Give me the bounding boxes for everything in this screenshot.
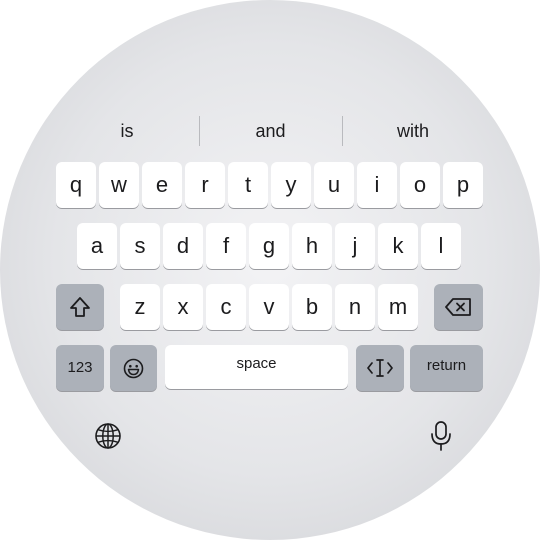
suggestion-2[interactable]: and [200, 116, 341, 146]
delete-key[interactable] [434, 284, 483, 330]
key-n[interactable]: n [335, 284, 375, 330]
space-key[interactable]: space [165, 345, 348, 389]
key-v[interactable]: v [249, 284, 289, 330]
delete-icon [445, 298, 471, 316]
emoji-key[interactable] [110, 345, 157, 391]
key-i[interactable]: i [357, 162, 397, 208]
key-u[interactable]: u [314, 162, 354, 208]
key-g[interactable]: g [249, 223, 289, 269]
key-p[interactable]: p [443, 162, 483, 208]
key-m[interactable]: m [378, 284, 418, 330]
shift-icon [70, 297, 90, 317]
key-y[interactable]: y [271, 162, 311, 208]
key-a[interactable]: a [77, 223, 117, 269]
key-w[interactable]: w [99, 162, 139, 208]
suggestion-1[interactable]: is [56, 116, 198, 146]
key-z[interactable]: z [120, 284, 160, 330]
suggestion-3[interactable]: with [343, 116, 483, 146]
keyboard-container: is and with q w e r t y u i o p a s d f … [0, 0, 540, 540]
key-b[interactable]: b [292, 284, 332, 330]
key-f[interactable]: f [206, 223, 246, 269]
key-k[interactable]: k [378, 223, 418, 269]
text-cursor-icon [367, 359, 393, 377]
key-t[interactable]: t [228, 162, 268, 208]
emoji-icon [123, 358, 144, 379]
return-key[interactable]: return [410, 345, 483, 391]
cursor-key[interactable] [356, 345, 404, 391]
numbers-key[interactable]: 123 [56, 345, 104, 391]
key-q[interactable]: q [56, 162, 96, 208]
key-x[interactable]: x [163, 284, 203, 330]
key-o[interactable]: o [400, 162, 440, 208]
globe-icon[interactable] [94, 422, 122, 450]
key-r[interactable]: r [185, 162, 225, 208]
key-s[interactable]: s [120, 223, 160, 269]
key-d[interactable]: d [163, 223, 203, 269]
key-e[interactable]: e [142, 162, 182, 208]
key-l[interactable]: l [421, 223, 461, 269]
shift-key[interactable] [56, 284, 104, 330]
key-c[interactable]: c [206, 284, 246, 330]
key-j[interactable]: j [335, 223, 375, 269]
microphone-icon[interactable] [430, 420, 452, 452]
key-h[interactable]: h [292, 223, 332, 269]
